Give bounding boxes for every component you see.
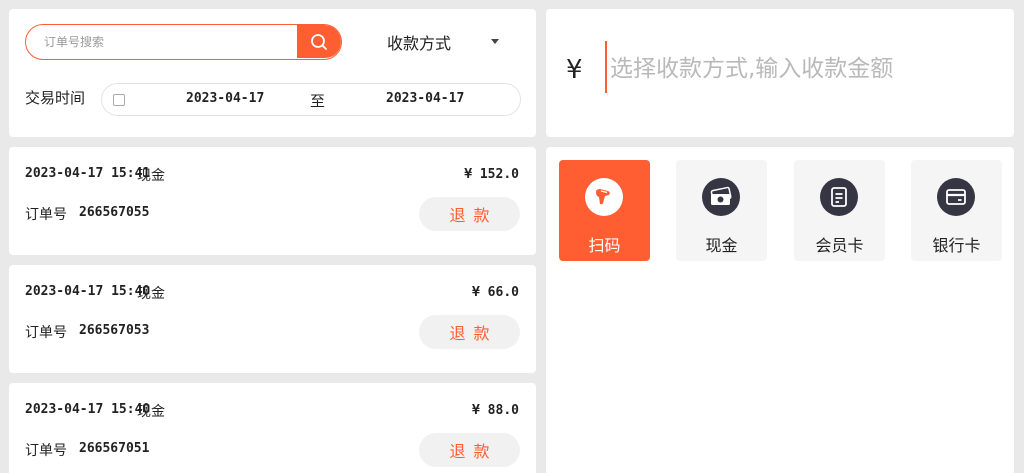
- trade-time-label: 交易时间: [25, 89, 86, 107]
- start-date[interactable]: 2023-04-17: [186, 91, 264, 106]
- pay-method-label: 会员卡: [815, 236, 864, 255]
- amount-panel: ¥: [546, 9, 1014, 137]
- pay-method-bank-card[interactable]: 银行卡: [911, 160, 1002, 261]
- order-pay-method: 现金: [137, 168, 165, 184]
- order-number-label: 订单号: [25, 207, 67, 223]
- order-number: 266567053: [79, 323, 150, 338]
- order-time: 2023-04-17 15:40: [25, 402, 151, 417]
- payment-methods-panel: 扫码 现金 会员卡 银行卡: [546, 147, 1014, 473]
- order-card: 2023-04-17 15:40 现金 ¥ 88.0 订单号 266567051…: [9, 383, 536, 473]
- chevron-down-icon: [491, 39, 499, 44]
- order-number-label: 订单号: [25, 325, 67, 341]
- order-amount: ¥ 152.0: [464, 167, 519, 182]
- pay-method-label: 现金: [705, 236, 738, 255]
- cash-icon: [702, 178, 740, 216]
- amount-input[interactable]: [610, 49, 1000, 89]
- search-icon: [311, 33, 327, 50]
- order-time: 2023-04-17 15:41: [25, 166, 151, 181]
- text-cursor: [605, 41, 607, 93]
- search-box: [25, 24, 342, 60]
- refund-button[interactable]: 退款: [419, 197, 520, 231]
- search-input[interactable]: [26, 25, 298, 58]
- pay-method-scan[interactable]: 扫码: [559, 160, 650, 261]
- search-button[interactable]: [297, 25, 341, 58]
- order-amount: ¥ 88.0: [472, 403, 519, 418]
- end-date[interactable]: 2023-04-17: [386, 91, 464, 106]
- order-amount: ¥ 66.0: [472, 285, 519, 300]
- bank-card-icon: [937, 178, 975, 216]
- pay-method-member-card[interactable]: 会员卡: [794, 160, 885, 261]
- member-card-icon: [820, 178, 858, 216]
- order-time: 2023-04-17 15:40: [25, 284, 151, 299]
- order-card: 2023-04-17 15:40 现金 ¥ 66.0 订单号 266567053…: [9, 265, 536, 373]
- order-number: 266567051: [79, 441, 150, 456]
- order-number-label: 订单号: [25, 443, 67, 459]
- refund-button[interactable]: 退款: [419, 433, 520, 467]
- order-number: 266567055: [79, 205, 150, 220]
- pay-method-cash[interactable]: 现金: [676, 160, 767, 261]
- order-pay-method: 现金: [137, 404, 165, 420]
- calendar-icon: [113, 94, 125, 106]
- order-card: 2023-04-17 15:41 现金 ¥ 152.0 订单号 26656705…: [9, 147, 536, 255]
- pay-method-label: 扫码: [588, 236, 621, 255]
- date-range-picker[interactable]: 2023-04-17 至 2023-04-17: [101, 83, 521, 116]
- filter-panel: 收款方式 交易时间 2023-04-17 至 2023-04-17: [9, 9, 536, 137]
- date-separator: 至: [310, 92, 326, 110]
- payment-method-select[interactable]: 收款方式: [387, 29, 509, 55]
- payment-method-select-label: 收款方式: [387, 34, 452, 53]
- currency-symbol: ¥: [566, 55, 583, 85]
- pay-method-label: 银行卡: [932, 236, 981, 255]
- order-pay-method: 现金: [137, 286, 165, 302]
- refund-button[interactable]: 退款: [419, 315, 520, 349]
- scanner-icon: [585, 178, 623, 216]
